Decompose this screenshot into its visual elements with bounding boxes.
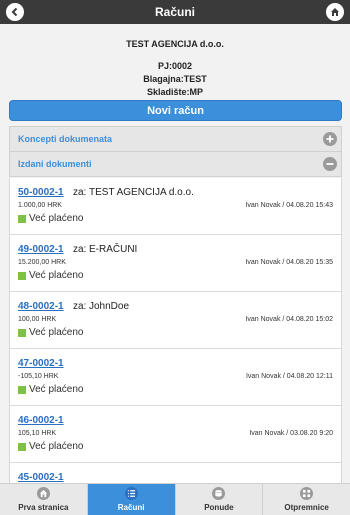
back-button[interactable] [6,3,24,21]
tab-prva-stranica[interactable]: Prva stranica [0,484,88,515]
grid-icon [300,487,314,500]
payment-status: Već plaćeno [18,441,84,452]
company-name: TEST AGENCIJA d.o.o. [126,39,224,49]
customer-name: TEST AGENCIJA d.o.o. [89,187,194,198]
cash-register: Blagajna:TEST [143,74,207,84]
document-meta: Ivan Novak / 03.08.20 9:20 [249,430,333,437]
plus-icon [323,132,337,146]
customer-label: za: [73,301,87,312]
payment-status: Već plaćeno [18,384,84,395]
new-invoice-button[interactable]: Novi račun [9,100,342,121]
payment-status-label: Već plaćeno [29,441,84,452]
document-row[interactable]: 48-0002-1 za: JohnDoe 100,00 HRK Ivan No… [10,292,341,349]
paid-status-icon [18,442,26,451]
issued-section-label: Izdani dokumenti [18,159,92,169]
document-meta: Ivan Novak / 04.08.20 15:35 [245,259,333,266]
document-amount: 105,10 HRK [18,430,57,437]
company-info: TEST AGENCIJA d.o.o. PJ:0002 Blagajna:TE… [0,24,350,100]
paid-status-icon [18,328,26,337]
concepts-section-label: Koncepti dokumenata [18,134,113,144]
database-icon [212,487,226,500]
document-row[interactable]: 45-0002-1 [10,463,341,483]
tab-ponude[interactable]: Ponude [176,484,264,515]
paid-status-icon [18,385,26,394]
minus-icon [323,157,337,171]
customer-label: za: [73,244,87,255]
document-number-link[interactable]: 47-0002-1 [18,358,64,369]
warehouse: Skladište:MP [146,87,204,97]
payment-status-label: Već plaćeno [29,327,84,338]
home-button[interactable] [326,3,344,21]
document-number-link[interactable]: 49-0002-1 [18,244,64,255]
tab-label: Ponude [204,503,234,512]
document-row[interactable]: 50-0002-1 za: TEST AGENCIJA d.o.o. 1.000… [10,178,341,235]
customer-name: JohnDoe [89,301,130,312]
document-number-link[interactable]: 48-0002-1 [18,301,64,312]
document-row[interactable]: 49-0002-1 za: E-RAČUNI 15.200,00 HRK Iva… [10,235,341,292]
document-number-link[interactable]: 45-0002-1 [18,472,64,483]
paid-status-icon [18,271,26,280]
tab-label: Računi [117,503,145,512]
arrow-left-icon [11,7,18,17]
document-meta: Ivan Novak / 04.08.20 15:02 [245,316,333,323]
document-row[interactable]: 47-0002-1 -105,10 HRK Ivan Novak / 04.08… [10,349,341,406]
home-icon [331,8,339,16]
issued-section-toggle[interactable]: Izdani dokumenti [9,151,342,177]
customer-label: za: [73,187,87,198]
bottom-tab-bar: Prva stranica Računi Ponude Otpremnice [0,483,350,515]
tab-label: Prva stranica [18,503,69,512]
payment-status-label: Već plaćeno [29,213,84,224]
top-bar: Računi [0,0,350,24]
document-amount: -105,10 HRK [18,373,59,380]
document-meta: Ivan Novak / 04.08.20 15:43 [245,202,333,209]
home-icon [36,487,50,500]
concepts-section-toggle[interactable]: Koncepti dokumenata [9,126,342,152]
document-amount: 15.200,00 HRK [18,259,66,266]
page-title: Računi [154,5,195,19]
payment-status: Već plaćeno [18,213,84,224]
list-icon [124,487,138,500]
document-row[interactable]: 46-0002-1 105,10 HRK Ivan Novak / 03.08.… [10,406,341,463]
document-amount: 100,00 HRK [18,316,57,323]
payment-status-label: Već plaćeno [29,270,84,281]
payment-status-label: Već plaćeno [29,384,84,395]
business-unit: PJ:0002 [157,61,193,71]
tab-racuni[interactable]: Računi [87,484,176,515]
tab-label: Otpremnice [284,503,329,512]
document-meta: Ivan Novak / 04.08.20 12:11 [245,373,333,380]
customer-name: E-RAČUNI [89,244,138,255]
document-amount: 1.000,00 HRK [18,202,62,209]
tab-otpremnice[interactable]: Otpremnice [263,484,350,515]
document-number-link[interactable]: 50-0002-1 [18,187,64,198]
payment-status: Već plaćeno [18,327,84,338]
paid-status-icon [18,214,26,223]
payment-status: Već plaćeno [18,270,84,281]
document-number-link[interactable]: 46-0002-1 [18,415,64,426]
issued-documents-list: 50-0002-1 za: TEST AGENCIJA d.o.o. 1.000… [9,178,342,483]
